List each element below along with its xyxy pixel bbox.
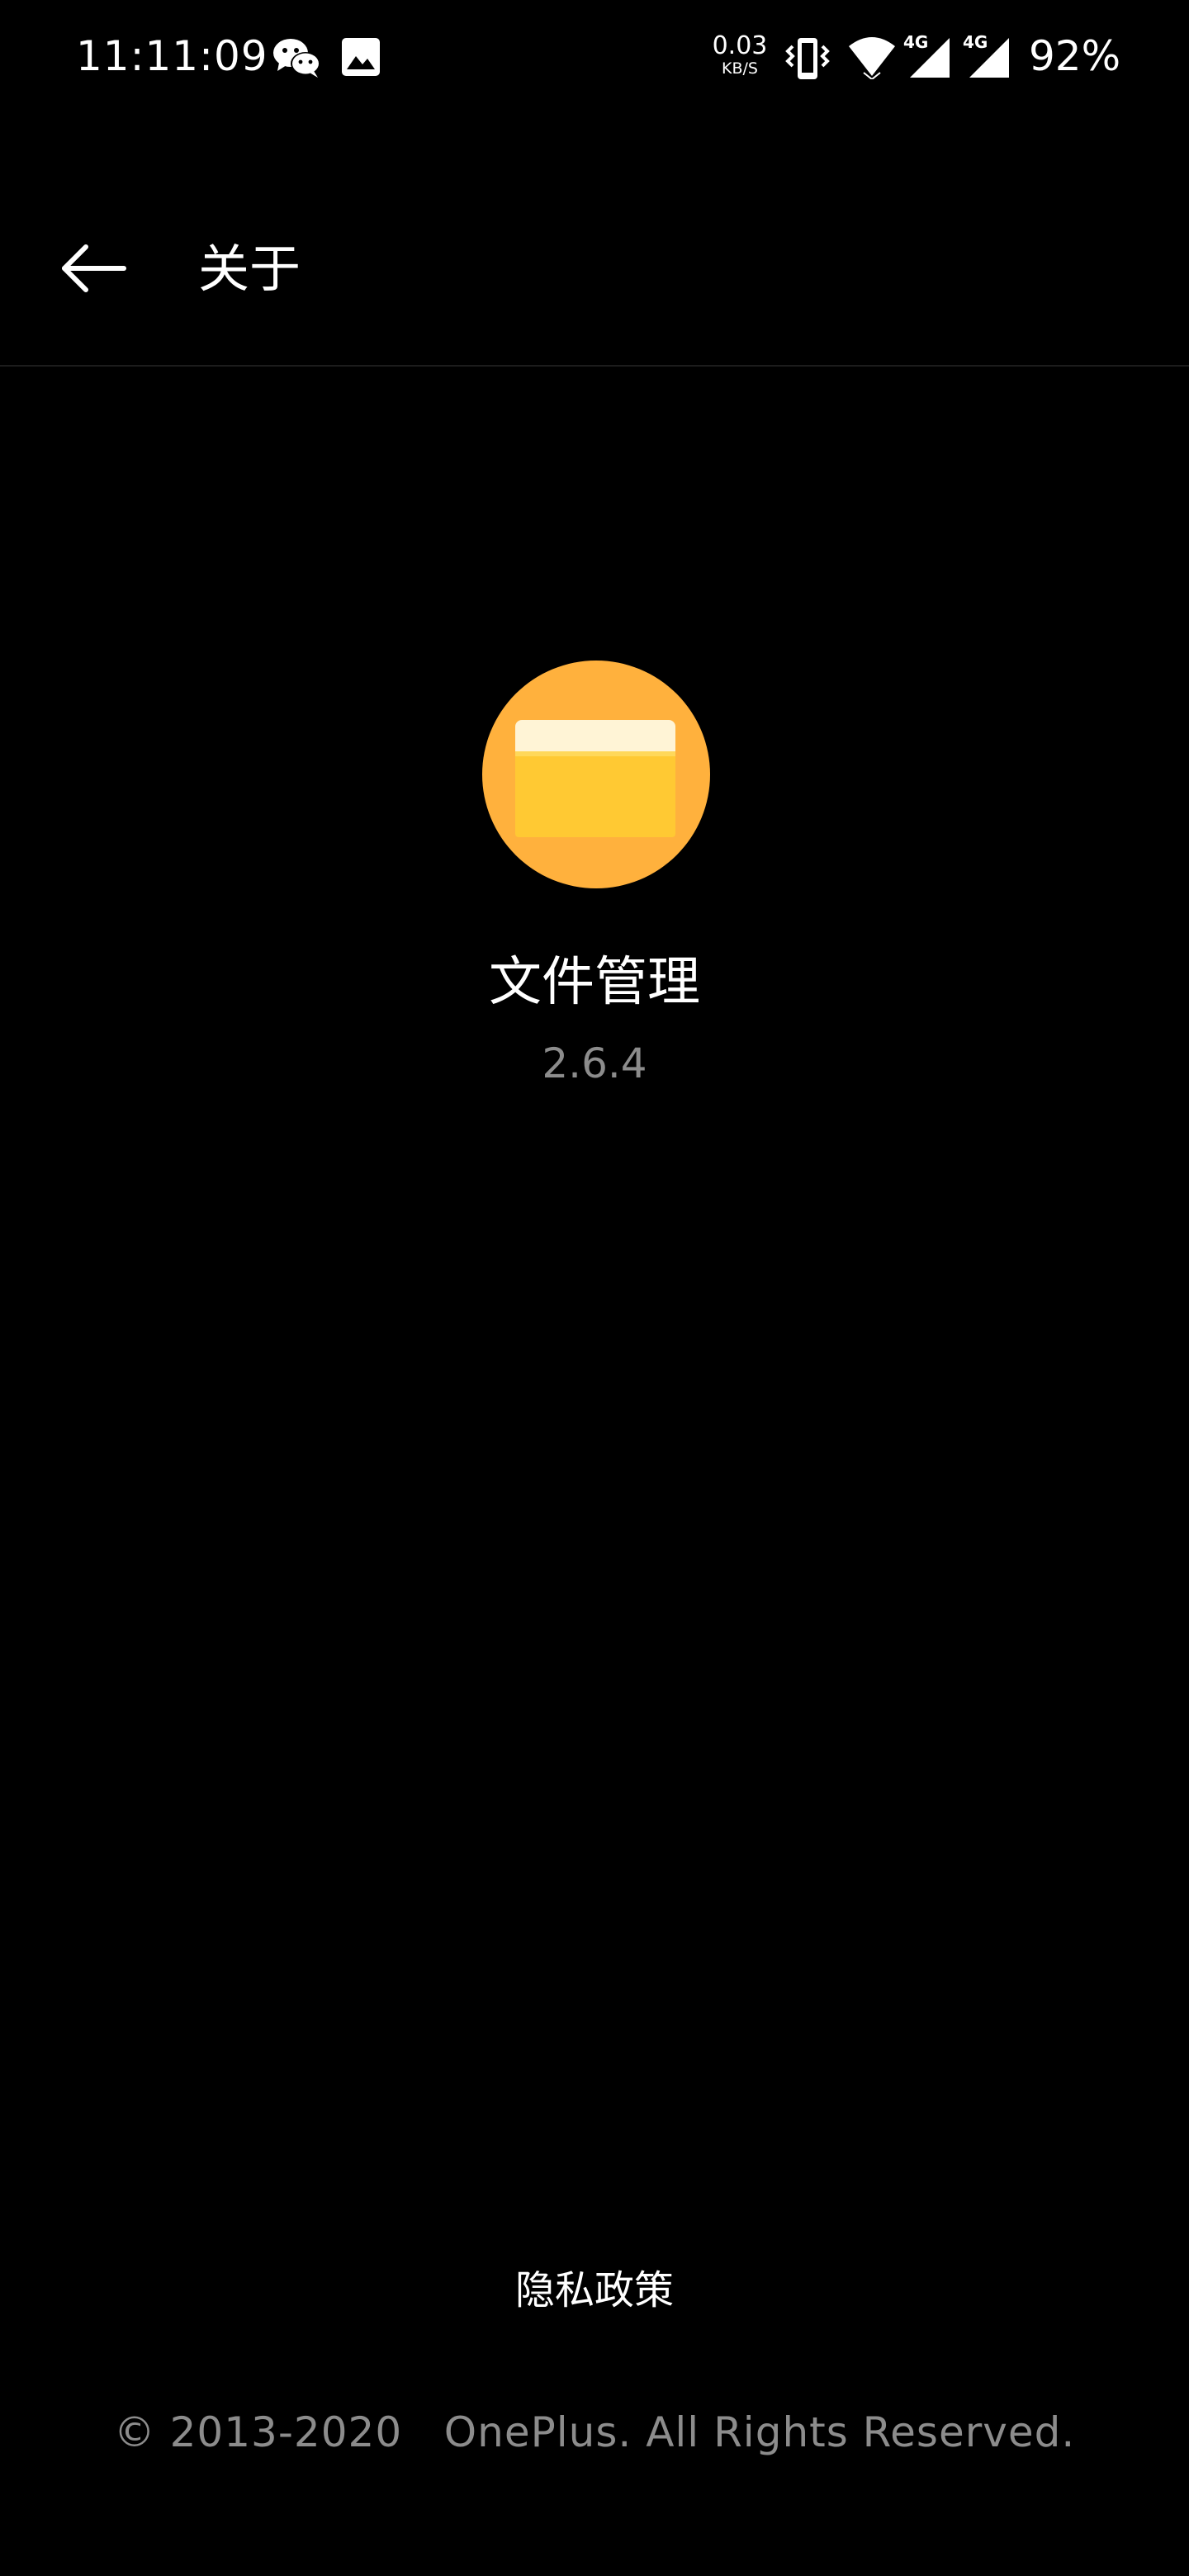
vibrate-icon — [785, 38, 830, 79]
back-arrow-icon[interactable] — [50, 223, 140, 314]
page-title: 关于 — [198, 239, 301, 299]
file-manager-folder-icon — [482, 661, 710, 888]
copyright-text: © 2013-2020 OnePlus. All Rights Reserved… — [113, 2408, 1076, 2456]
app-bar: 关于 — [0, 182, 1189, 367]
gallery-icon — [342, 38, 380, 76]
network-speed-unit: KB/S — [722, 59, 758, 78]
network-type-label-2: 4G — [963, 32, 988, 52]
network-speed: 0.03 KB/S — [708, 33, 771, 78]
battery-percentage: 92% — [1029, 32, 1121, 80]
network-speed-value: 0.03 — [712, 31, 768, 60]
status-bar: 11:11:09 0.03 KB/S 4G 4G 92% — [0, 0, 1189, 116]
status-time: 11:11:09 — [76, 32, 268, 80]
privacy-policy-link[interactable]: 隐私政策 — [471, 2257, 718, 2323]
app-name: 文件管理 — [489, 952, 700, 1013]
network-type-label-1: 4G — [903, 32, 929, 52]
wechat-icon — [273, 39, 320, 78]
app-version: 2.6.4 — [542, 1039, 647, 1087]
wifi-icon — [849, 37, 895, 79]
